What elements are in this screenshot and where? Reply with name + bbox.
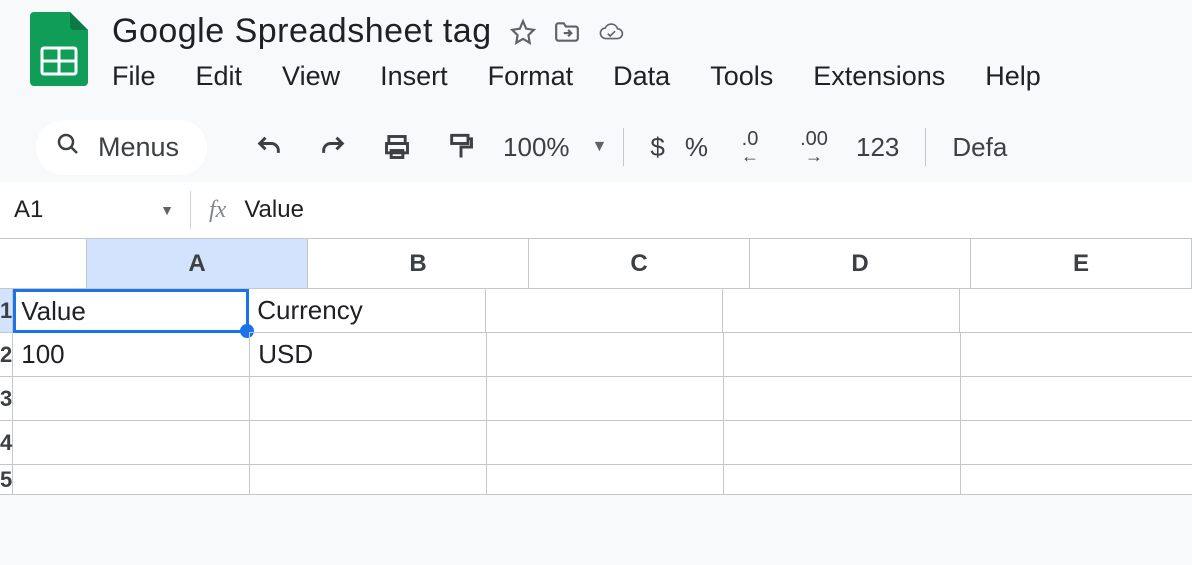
menu-tools[interactable]: Tools	[710, 61, 773, 92]
undo-button[interactable]	[251, 129, 287, 165]
toolbar-separator	[925, 128, 926, 166]
cell-D3[interactable]	[724, 377, 961, 421]
spreadsheet-grid: A B C D E 1 Value Currency 2 100 USD 3 4	[0, 239, 1192, 495]
row-header-3[interactable]: 3	[0, 377, 13, 421]
menu-extensions[interactable]: Extensions	[813, 61, 945, 92]
cell-A2[interactable]: 100	[13, 333, 250, 377]
cell-B4[interactable]	[250, 421, 487, 465]
cell-value: Value	[21, 296, 86, 327]
menu-format[interactable]: Format	[488, 61, 574, 92]
search-icon	[56, 132, 80, 163]
toolbar: Menus 100% ▼ $ % .0 ← .00 → 123 Defa	[0, 112, 1192, 182]
cell-C4[interactable]	[487, 421, 724, 465]
cell-D4[interactable]	[724, 421, 961, 465]
caret-down-icon: ▼	[160, 202, 174, 218]
row-header-2[interactable]: 2	[0, 333, 13, 377]
cell-D1[interactable]	[723, 289, 960, 333]
menu-view[interactable]: View	[282, 61, 340, 92]
more-formats-button[interactable]: 123	[856, 132, 899, 163]
column-header-E[interactable]: E	[971, 239, 1192, 289]
cell-B5[interactable]	[250, 465, 487, 495]
cell-A5[interactable]	[13, 465, 250, 495]
cell-A4[interactable]	[13, 421, 250, 465]
redo-button[interactable]	[315, 129, 351, 165]
fx-icon: fx	[209, 197, 226, 224]
cell-value: USD	[258, 339, 313, 370]
menubar: File Edit View Insert Format Data Tools …	[112, 51, 1041, 92]
menu-edit[interactable]: Edit	[196, 61, 243, 92]
zoom-value: 100%	[503, 132, 570, 163]
zoom-dropdown[interactable]: 100% ▼	[493, 132, 607, 163]
caret-down-icon: ▼	[592, 138, 608, 156]
row-header-1[interactable]: 1	[0, 289, 13, 333]
format-currency-button[interactable]: $	[650, 132, 664, 163]
cell-C1[interactable]	[486, 289, 723, 333]
row-header-5[interactable]: 5	[0, 465, 13, 495]
cell-value: 100	[21, 339, 64, 370]
star-icon[interactable]	[510, 19, 536, 45]
menus-label: Menus	[98, 132, 179, 163]
name-box-value: A1	[14, 196, 43, 224]
cell-D5[interactable]	[724, 465, 961, 495]
cell-C2[interactable]	[487, 333, 724, 377]
cloud-status-icon[interactable]	[598, 19, 624, 45]
column-header-A[interactable]: A	[87, 239, 308, 289]
cell-D2[interactable]	[724, 333, 961, 377]
cell-E1[interactable]	[960, 289, 1192, 333]
font-dropdown[interactable]: Defa	[952, 132, 1007, 163]
decrease-decimal-button[interactable]: .0 ←	[732, 129, 768, 165]
separator	[190, 191, 191, 229]
cell-E4[interactable]	[961, 421, 1192, 465]
toolbar-separator	[623, 128, 624, 166]
document-title[interactable]: Google Spreadsheet tag	[112, 12, 492, 51]
cell-A3[interactable]	[13, 377, 250, 421]
cell-B3[interactable]	[250, 377, 487, 421]
cell-E5[interactable]	[961, 465, 1192, 495]
print-button[interactable]	[379, 129, 415, 165]
menu-insert[interactable]: Insert	[380, 61, 448, 92]
cell-B1[interactable]: Currency	[249, 289, 486, 333]
menus-search-pill[interactable]: Menus	[36, 120, 207, 175]
cell-B2[interactable]: USD	[250, 333, 487, 377]
cell-E2[interactable]	[961, 333, 1192, 377]
format-percent-button[interactable]: %	[685, 132, 708, 163]
name-box[interactable]: A1 ▼	[8, 196, 190, 224]
move-to-folder-icon[interactable]	[554, 19, 580, 45]
paint-format-button[interactable]	[443, 129, 479, 165]
menu-help[interactable]: Help	[985, 61, 1041, 92]
cell-value: Currency	[257, 295, 362, 326]
column-header-C[interactable]: C	[529, 239, 750, 289]
column-header-D[interactable]: D	[750, 239, 971, 289]
cell-E3[interactable]	[961, 377, 1192, 421]
cell-C5[interactable]	[487, 465, 724, 495]
menu-file[interactable]: File	[112, 61, 156, 92]
column-header-B[interactable]: B	[308, 239, 529, 289]
menu-data[interactable]: Data	[613, 61, 670, 92]
cell-C3[interactable]	[487, 377, 724, 421]
sheets-app-icon[interactable]	[30, 12, 88, 90]
select-all-corner[interactable]	[0, 239, 87, 289]
cell-A1[interactable]: Value	[13, 289, 249, 333]
formula-bar-input[interactable]	[242, 195, 1192, 225]
increase-decimal-button[interactable]: .00 →	[796, 129, 832, 165]
row-header-4[interactable]: 4	[0, 421, 13, 465]
